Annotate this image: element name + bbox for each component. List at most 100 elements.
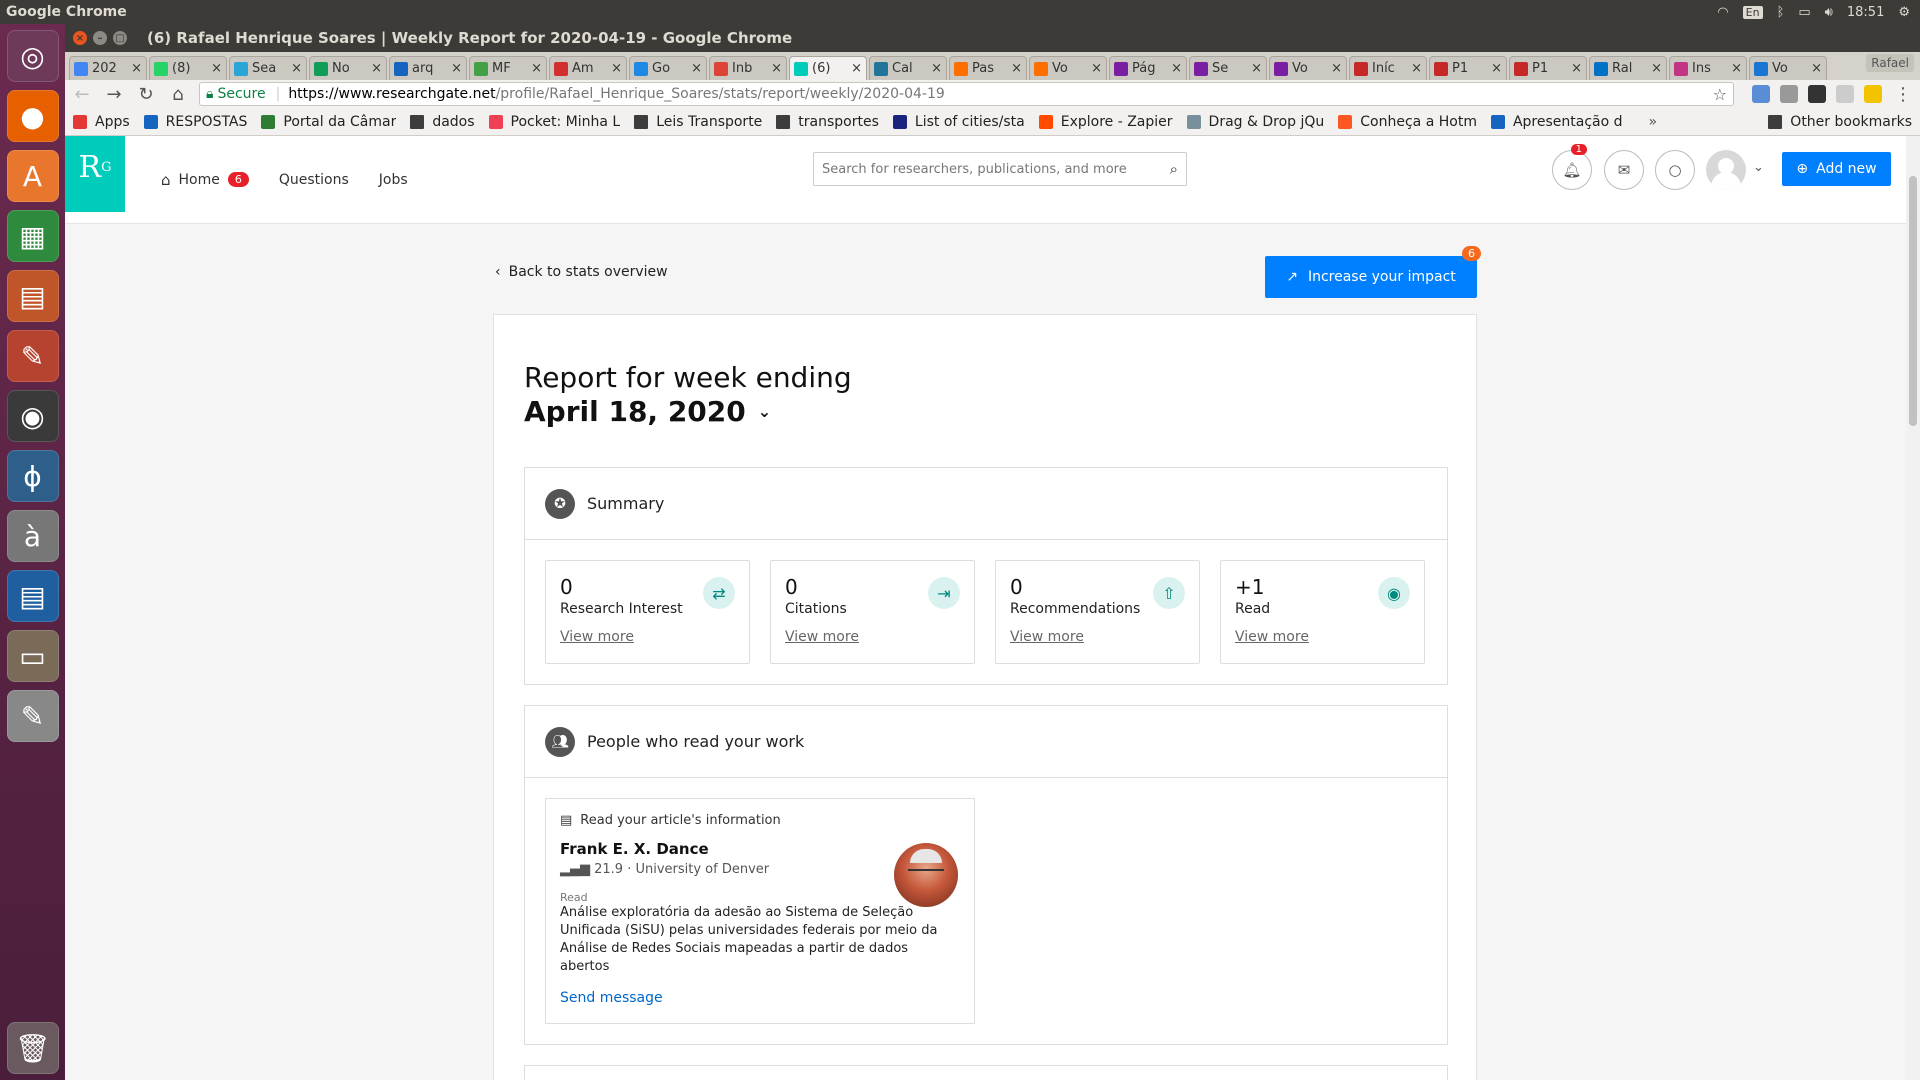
tab-close-icon[interactable]: × — [851, 61, 862, 76]
bookmark-item[interactable]: Apresentação d — [1490, 114, 1623, 130]
bookmark-item[interactable]: transportes — [776, 114, 879, 130]
firefox-icon[interactable]: ● — [6, 90, 59, 142]
forward-arrow-icon[interactable]: → — [103, 84, 125, 105]
tab-close-icon[interactable]: × — [531, 61, 542, 76]
rg-logo[interactable]: RG — [65, 136, 125, 212]
browser-tab[interactable]: Ral × — [1589, 56, 1667, 80]
tab-close-icon[interactable]: × — [1171, 61, 1182, 76]
browser-tab[interactable]: (6) × — [789, 56, 867, 80]
calc-icon[interactable]: ▦ — [6, 210, 59, 262]
page-scrollbar[interactable] — [1906, 136, 1920, 1080]
extension-icon[interactable] — [1836, 85, 1854, 103]
browser-tab[interactable]: (8) × — [149, 56, 227, 80]
search-icon[interactable]: ⌕ — [1170, 160, 1178, 178]
chevron-down-icon[interactable]: ⌄ — [1753, 160, 1764, 175]
settings-icon[interactable]: ✎ — [6, 330, 59, 382]
nav-home[interactable]: ⌂ Home 6 — [161, 171, 249, 189]
bookmark-item[interactable]: Portal da Câmar — [261, 114, 396, 130]
read-article-title[interactable]: Análise exploratória da adesão ao Sistem… — [560, 904, 960, 976]
scrollbar-thumb[interactable] — [1909, 176, 1917, 426]
search-input[interactable]: Search for researchers, publications, an… — [813, 152, 1187, 186]
tab-close-icon[interactable]: × — [1251, 61, 1262, 76]
nav-questions[interactable]: Questions — [279, 172, 349, 188]
tab-close-icon[interactable]: × — [1491, 61, 1502, 76]
browser-tab[interactable]: Vo × — [1749, 56, 1827, 80]
address-bar[interactable]: 🔒︎ Secure | https://www.researchgate.net… — [199, 82, 1734, 106]
tab-close-icon[interactable]: × — [291, 61, 302, 76]
tab-close-icon[interactable]: × — [1811, 61, 1822, 76]
browser-tab[interactable]: Sea × — [229, 56, 307, 80]
extension-icon[interactable] — [1808, 85, 1826, 103]
tab-close-icon[interactable]: × — [451, 61, 462, 76]
tab-close-icon[interactable]: × — [1011, 61, 1022, 76]
pgadmin-icon[interactable]: ϕ — [6, 450, 59, 502]
software-center-icon[interactable]: A — [6, 150, 59, 202]
messages-button[interactable]: ✉ — [1604, 150, 1644, 190]
extension-icon[interactable] — [1864, 85, 1882, 103]
window-maximize-button[interactable]: □ — [113, 31, 127, 45]
browser-tab[interactable]: Ins × — [1669, 56, 1747, 80]
window-close-button[interactable]: × — [73, 31, 87, 45]
bookmark-item[interactable]: Conheça a Hotm — [1338, 114, 1477, 130]
view-more-link[interactable]: View more — [1010, 629, 1185, 645]
bookmark-item[interactable]: Drag & Drop jQu — [1186, 114, 1324, 130]
bookmark-item[interactable]: List of cities/sta — [892, 114, 1025, 130]
send-message-link[interactable]: Send message — [560, 990, 960, 1006]
chat-button[interactable]: ○ — [1655, 150, 1695, 190]
impress-icon[interactable]: ▤ — [6, 270, 59, 322]
battery-icon[interactable]: ▭ — [1798, 5, 1810, 20]
window-minimize-button[interactable]: – — [93, 31, 107, 45]
avatar[interactable] — [1706, 150, 1746, 190]
bluetooth-icon[interactable]: ᛒ — [1777, 5, 1785, 20]
lock-icon[interactable]: 🔒︎ — [206, 86, 213, 102]
view-more-link[interactable]: View more — [1235, 629, 1410, 645]
bookmark-star-icon[interactable]: ☆ — [1713, 85, 1727, 104]
clock[interactable]: 18:51 — [1847, 5, 1884, 20]
tab-close-icon[interactable]: × — [1091, 61, 1102, 76]
tab-close-icon[interactable]: × — [211, 61, 222, 76]
bookmark-item[interactable]: Pocket: Minha L — [488, 114, 620, 130]
home-icon[interactable]: ⌂ — [167, 84, 189, 105]
bookmark-item[interactable]: Leis Transporte — [634, 114, 762, 130]
gear-icon[interactable]: ⚙ — [1898, 5, 1910, 20]
bookmark-item[interactable]: dados — [410, 114, 475, 130]
back-to-stats-link[interactable]: ‹ Back to stats overview — [495, 264, 668, 280]
trash-icon[interactable]: 🗑︎ — [6, 1022, 59, 1074]
bookmark-item[interactable]: RESPOSTAS — [143, 114, 247, 130]
browser-tab[interactable]: MF × — [469, 56, 547, 80]
view-more-link[interactable]: View more — [560, 629, 735, 645]
browser-tab[interactable]: Am × — [549, 56, 627, 80]
chrome-menu-icon[interactable]: ⋮ — [1892, 84, 1914, 105]
extension-icon[interactable] — [1780, 85, 1798, 103]
browser-tab[interactable]: Se × — [1189, 56, 1267, 80]
bookmark-item[interactable]: Explore - Zapier — [1038, 114, 1173, 130]
browser-tab[interactable]: Pas × — [949, 56, 1027, 80]
notifications-button[interactable]: 🔔︎ 1 — [1552, 144, 1592, 190]
tab-close-icon[interactable]: × — [1651, 61, 1662, 76]
extension-icon[interactable] — [1752, 85, 1770, 103]
browser-tab[interactable]: Vo × — [1029, 56, 1107, 80]
view-more-link[interactable]: View more — [785, 629, 960, 645]
tab-close-icon[interactable]: × — [931, 61, 942, 76]
character-map-icon[interactable]: à — [6, 510, 59, 562]
tab-close-icon[interactable]: × — [1731, 61, 1742, 76]
ubuntu-dash-icon[interactable]: ◎ — [6, 30, 59, 82]
increase-impact-button[interactable]: ↗ Increase your impact 6 — [1265, 246, 1481, 298]
files-icon[interactable]: ▭ — [6, 630, 59, 682]
bookmark-item[interactable]: Apps — [73, 114, 130, 130]
browser-tab[interactable]: Inb × — [709, 56, 787, 80]
tab-close-icon[interactable]: × — [691, 61, 702, 76]
tab-close-icon[interactable]: × — [1571, 61, 1582, 76]
reader-avatar[interactable] — [894, 843, 958, 907]
browser-tab[interactable]: 202 × — [69, 56, 147, 80]
browser-tab[interactable]: No × — [309, 56, 387, 80]
writer-icon[interactable]: ▤ — [6, 570, 59, 622]
tab-close-icon[interactable]: × — [131, 61, 142, 76]
tab-close-icon[interactable]: × — [1411, 61, 1422, 76]
back-arrow-icon[interactable]: ← — [71, 84, 93, 105]
bookmarks-overflow-button[interactable]: » — [1649, 114, 1658, 130]
browser-tab[interactable]: P1 × — [1509, 56, 1587, 80]
chrome-icon[interactable]: ◉ — [6, 390, 59, 442]
browser-tab[interactable]: Iníc × — [1349, 56, 1427, 80]
nav-jobs[interactable]: Jobs — [379, 172, 408, 188]
